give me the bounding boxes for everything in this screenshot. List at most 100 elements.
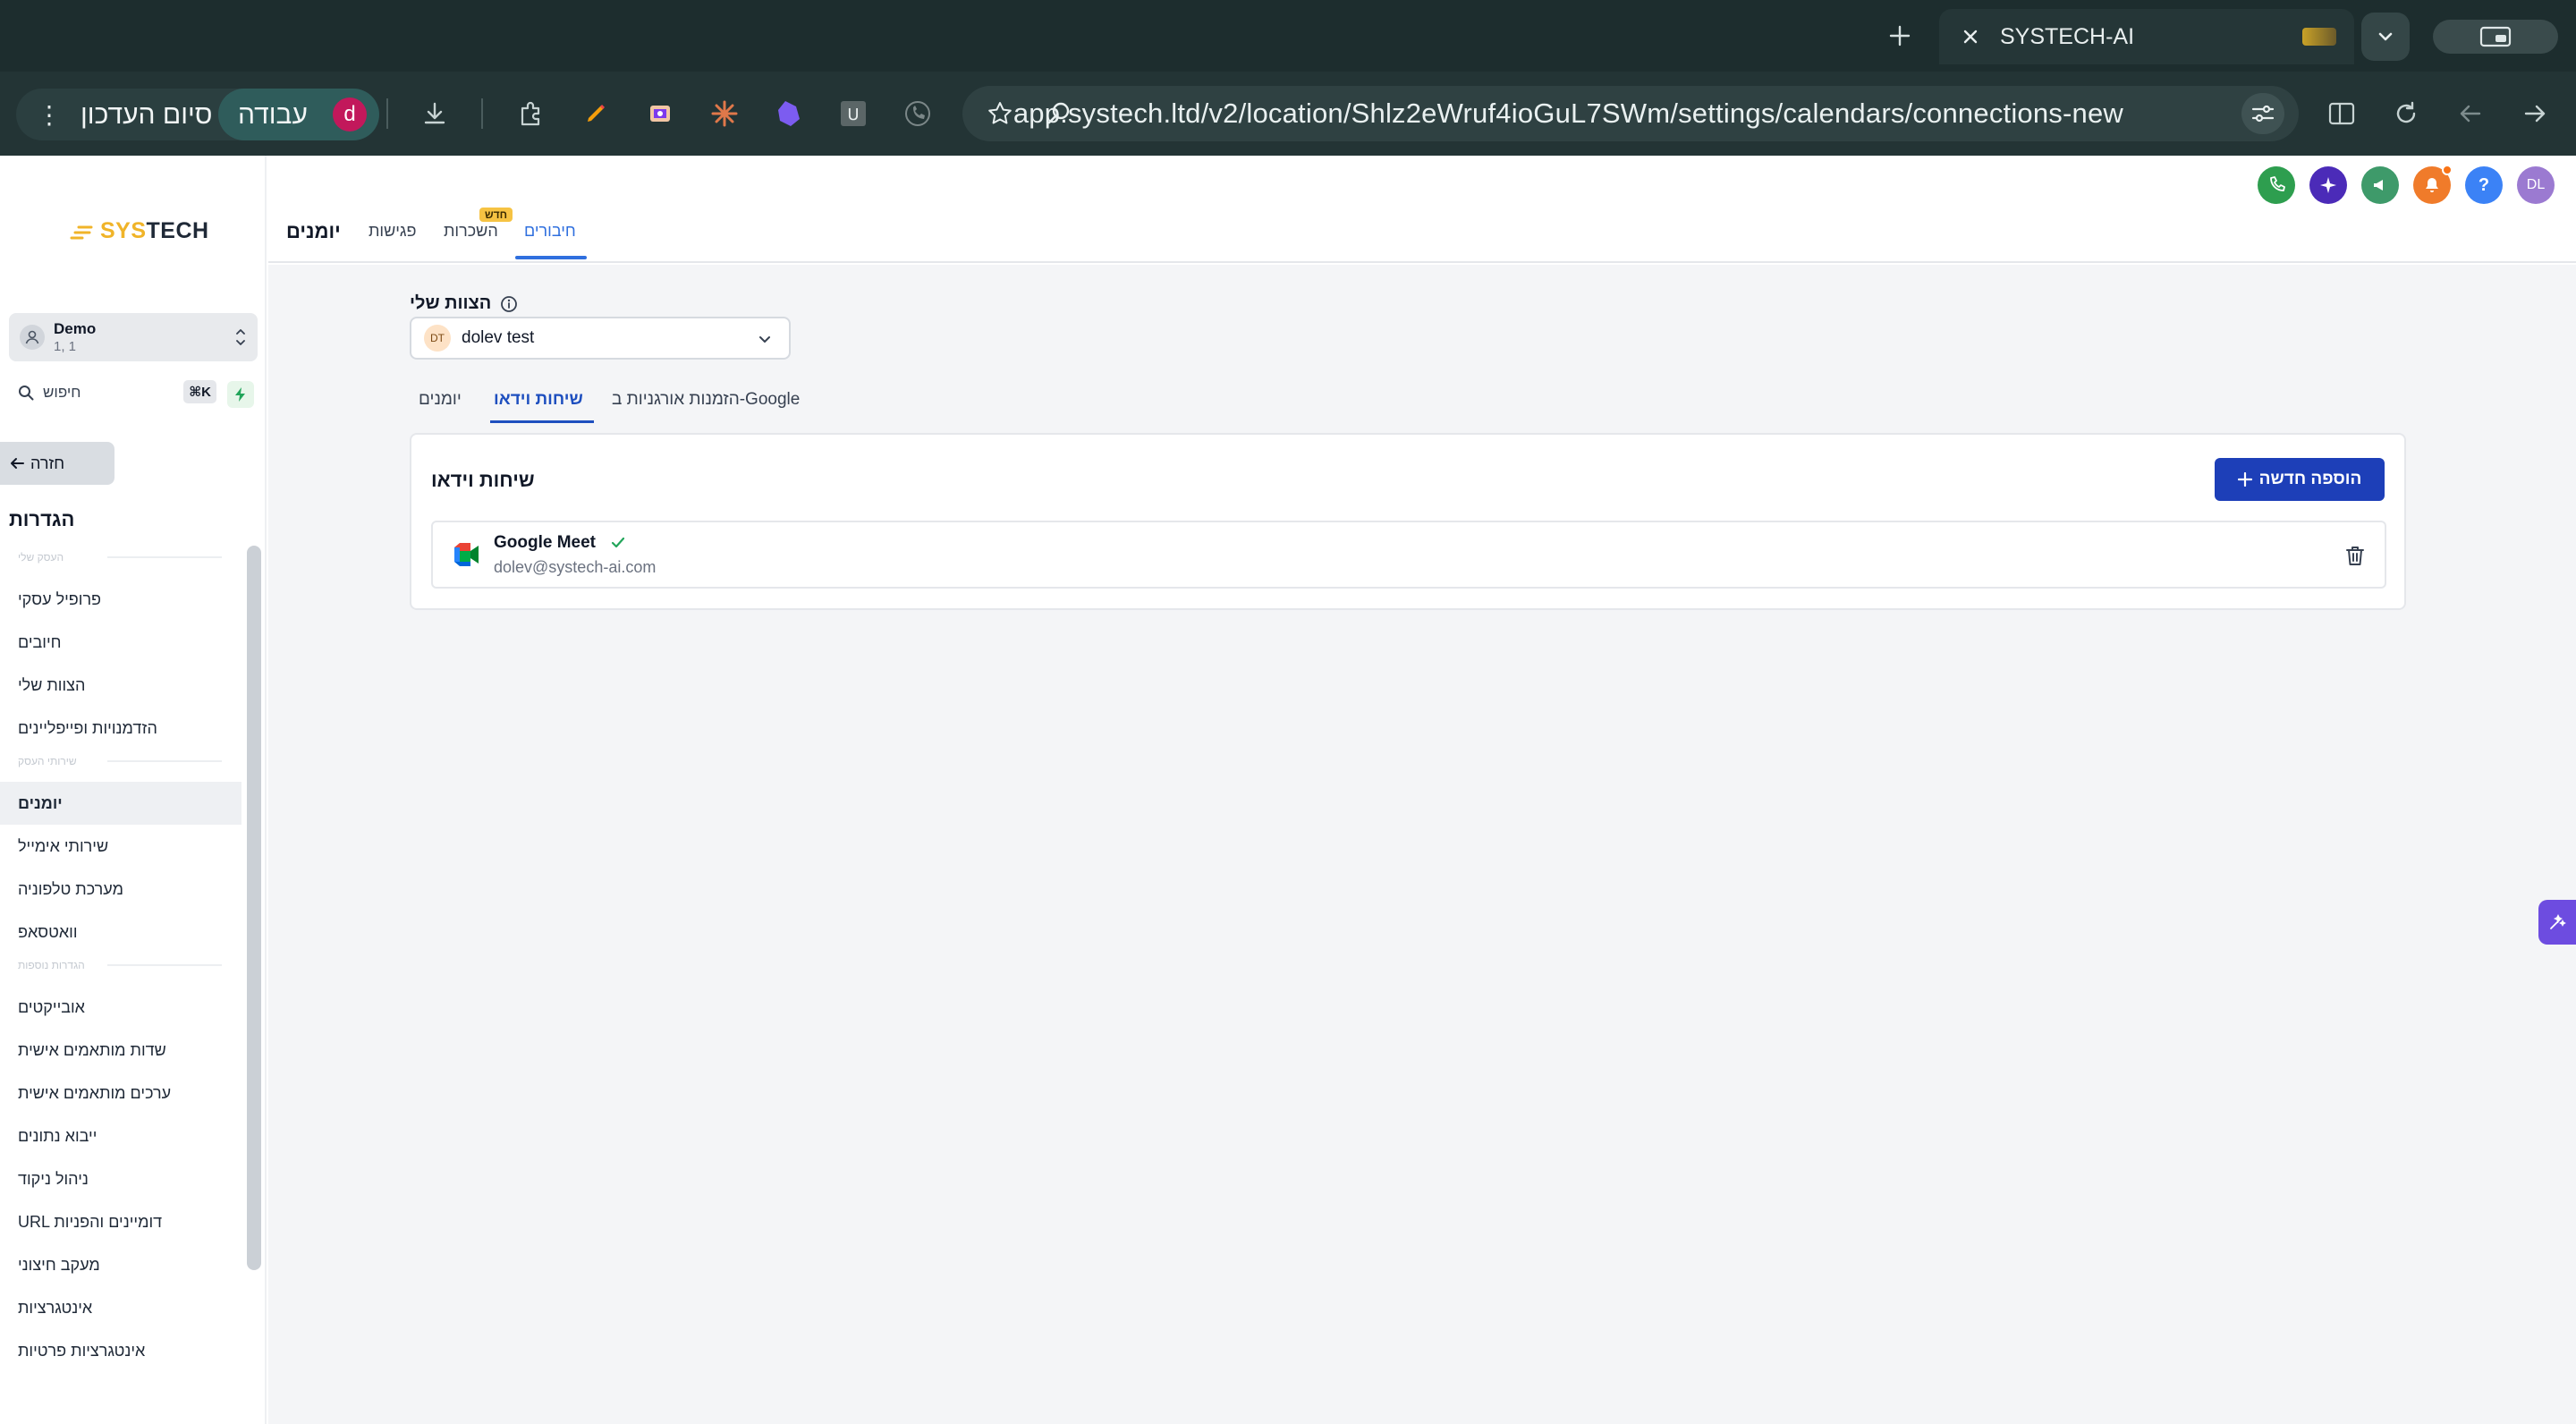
settings-nav: העסק שלי פרופיל עסקי חיובים הצוות שלי הז… bbox=[0, 546, 242, 1424]
tab-rentals[interactable]: השכרות bbox=[444, 222, 498, 241]
tab-search-button[interactable] bbox=[2361, 13, 2410, 61]
connection-row[interactable]: Google Meet dolev@systech-ai.com bbox=[431, 521, 2386, 589]
back-button[interactable]: חזרה bbox=[0, 442, 114, 485]
ai-assistant-button[interactable] bbox=[2309, 166, 2347, 204]
nav-item-calendars[interactable]: יומנים bbox=[0, 782, 242, 825]
url-text[interactable]: app.systech.ltd/v2/location/Shlz2eWruf4i… bbox=[1013, 97, 2123, 130]
new-tab-button[interactable] bbox=[1882, 16, 1918, 55]
nav-item-data-import[interactable]: ייבוא נתונים bbox=[0, 1115, 242, 1157]
nav-item-custom-values[interactable]: ערכים מותאמים אישית bbox=[0, 1072, 242, 1115]
info-icon[interactable] bbox=[500, 295, 518, 313]
search-placeholder: חיפוש bbox=[43, 384, 81, 401]
finish-update-label[interactable]: סיום העדכון bbox=[80, 100, 212, 131]
profile-card-icon bbox=[2479, 26, 2512, 47]
search-shortcut: ⌘K bbox=[183, 380, 216, 403]
nav-item-integrations[interactable]: אינטגרציות bbox=[0, 1286, 242, 1329]
nav-item-my-team[interactable]: הצוות שלי bbox=[0, 664, 242, 707]
nav-item-phone-system[interactable]: מערכת טלפוניה bbox=[0, 868, 242, 911]
nav-item-private-integrations[interactable]: אינטגרציות פרטיות bbox=[0, 1329, 242, 1372]
nav-item-custom-fields[interactable]: שדות מותאמים אישית bbox=[0, 1029, 242, 1072]
more-vert-icon[interactable]: ⋮ bbox=[34, 99, 64, 130]
profile-avatar: d bbox=[333, 97, 367, 131]
work-label: עבודה bbox=[238, 100, 308, 130]
screenshot-extension-icon[interactable] bbox=[639, 92, 682, 135]
sparkle-icon bbox=[2320, 177, 2336, 193]
toolbar-divider bbox=[386, 98, 388, 129]
site-settings-icon[interactable] bbox=[2241, 93, 2284, 134]
google-meet-icon bbox=[453, 542, 481, 567]
bell-icon bbox=[2426, 178, 2438, 192]
work-chip[interactable]: עבודה d bbox=[218, 89, 379, 140]
nav-item-objects[interactable]: אובייקטים bbox=[0, 986, 242, 1029]
account-name: Demo bbox=[54, 320, 97, 337]
sidebar-scrollbar[interactable] bbox=[247, 546, 261, 1270]
nav-item-opportunities-pipelines[interactable]: הזדמנויות ופייפליינים bbox=[0, 707, 242, 750]
team-select[interactable]: DT dolev test bbox=[410, 317, 791, 360]
help-button[interactable]: ? bbox=[2465, 166, 2503, 204]
active-tab-indicator bbox=[515, 256, 587, 259]
verified-check-icon bbox=[608, 533, 628, 553]
browser-tab[interactable]: SYSTECH-AI bbox=[1939, 9, 2354, 64]
work-profile-pill[interactable]: ⋮ סיום העדכון עבודה d bbox=[16, 89, 379, 140]
close-icon[interactable] bbox=[1957, 23, 1984, 50]
arrow-left-icon bbox=[11, 458, 24, 469]
u-extension-icon[interactable]: U bbox=[832, 92, 875, 135]
call-button[interactable] bbox=[2258, 166, 2295, 204]
back-label: חזרה bbox=[30, 453, 65, 472]
chevron-down-icon bbox=[755, 329, 775, 349]
address-bar[interactable]: app.systech.ltd/v2/location/Shlz2eWruf4i… bbox=[962, 86, 2299, 141]
account-switcher[interactable]: Demo 1, 1 bbox=[9, 313, 258, 361]
logo-mark-icon bbox=[70, 220, 95, 243]
plus-icon bbox=[1889, 25, 1911, 47]
quick-action-button[interactable] bbox=[227, 381, 254, 408]
nav-item-business-profile[interactable]: פרופיל עסקי bbox=[0, 578, 242, 621]
reload-icon[interactable] bbox=[2385, 92, 2428, 135]
download-icon[interactable] bbox=[413, 92, 456, 135]
connection-name: Google Meet bbox=[494, 533, 597, 552]
floating-assistant-button[interactable] bbox=[2538, 900, 2576, 945]
page-title: יומנים bbox=[286, 220, 341, 242]
chevron-down-icon bbox=[2378, 32, 2393, 41]
help-icon: ? bbox=[2478, 174, 2490, 195]
forward-arrow-icon[interactable] bbox=[2513, 92, 2556, 135]
logo-text: SYSTECH bbox=[100, 218, 209, 243]
add-new-button[interactable]: הוספה חדשה bbox=[2215, 458, 2385, 501]
subtab-calendars[interactable]: יומנים bbox=[419, 390, 462, 410]
back-arrow-icon[interactable] bbox=[2449, 92, 2492, 135]
split-view-icon[interactable] bbox=[2320, 92, 2363, 135]
phone-extension-icon[interactable] bbox=[896, 92, 939, 135]
plus-icon bbox=[2237, 472, 2252, 487]
tab-connections[interactable]: חיבורים bbox=[524, 222, 576, 241]
subtab-google-organic-bookings[interactable]: הזמנות אורגניות ב-Google bbox=[612, 390, 800, 410]
nav-item-whatsapp[interactable]: וואטסאפ bbox=[0, 911, 242, 954]
announcements-button[interactable] bbox=[2361, 166, 2399, 204]
megaphone-icon bbox=[2374, 180, 2383, 191]
obsidian-extension-icon[interactable] bbox=[767, 92, 810, 135]
phone-icon bbox=[2270, 176, 2285, 191]
team-select-value: dolev test bbox=[462, 328, 535, 347]
team-avatar: DT bbox=[424, 325, 451, 352]
pen-extension-icon[interactable] bbox=[574, 92, 617, 135]
trash-icon[interactable] bbox=[2342, 542, 2368, 569]
extensions-icon[interactable] bbox=[510, 92, 553, 135]
connection-email: dolev@systech-ai.com bbox=[494, 558, 657, 576]
nav-item-email-services[interactable]: שירותי אימייל bbox=[0, 825, 242, 868]
nav-item-scoring[interactable]: ניהול ניקוד bbox=[0, 1157, 242, 1200]
settings-sidebar: SYSTECH Demo 1, 1 חיפוש ⌘K חזרה הגדרות ה… bbox=[0, 156, 267, 1424]
profile-button[interactable] bbox=[2433, 20, 2558, 54]
lightning-icon bbox=[235, 387, 245, 402]
page-header: יומנים פגישות השכרות חדש חיבורים ? DL bbox=[268, 156, 2576, 263]
notifications-button[interactable] bbox=[2413, 165, 2453, 204]
subtab-video-calls[interactable]: שיחות וידאו bbox=[494, 390, 583, 410]
card-title: שיחות וידאו bbox=[431, 469, 535, 491]
tab-meetings[interactable]: פגישות bbox=[369, 222, 417, 241]
nav-item-billing[interactable]: חיובים bbox=[0, 621, 242, 664]
nav-section-header: שירותי העסק bbox=[0, 750, 242, 782]
nav-item-external-tracking[interactable]: מעקב חיצוני bbox=[0, 1243, 242, 1286]
nav-item-domains-redirects[interactable]: URL דומיינים והפניות bbox=[0, 1200, 242, 1243]
systech-logo[interactable]: SYSTECH bbox=[70, 218, 209, 244]
claude-extension-icon[interactable] bbox=[703, 92, 746, 135]
sidebar-search[interactable]: חיפוש ⌘K bbox=[9, 379, 216, 406]
user-avatar[interactable]: DL bbox=[2517, 166, 2555, 204]
search-icon bbox=[16, 383, 36, 403]
